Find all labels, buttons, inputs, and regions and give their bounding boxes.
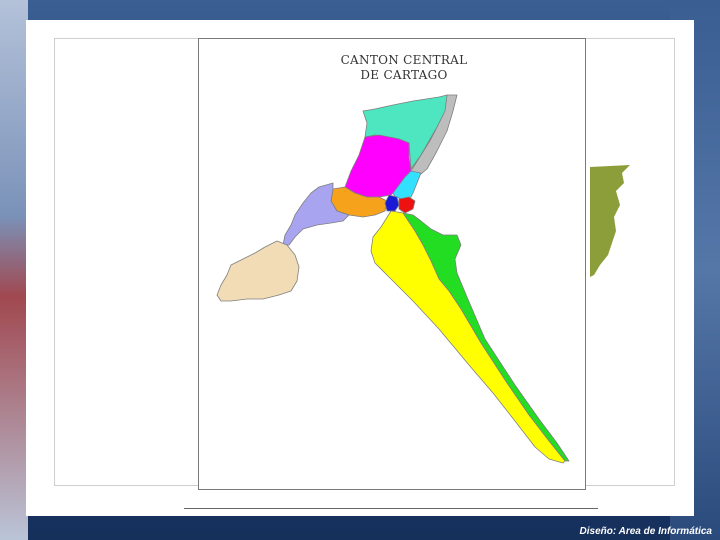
map-frame: CANTON CENTRAL DE CARTAGO <box>198 38 586 490</box>
district-map <box>216 94 570 464</box>
background-map-fragment <box>590 165 630 277</box>
olive-region <box>590 165 630 277</box>
background-crest <box>0 0 28 540</box>
divider-line <box>184 508 598 509</box>
footer-credit: Diseño: Area de Informática <box>579 526 712 537</box>
red-district <box>398 196 416 214</box>
yellow-district <box>370 210 566 464</box>
green-district <box>402 212 570 462</box>
navy-district <box>384 194 400 212</box>
background-page-left <box>54 38 203 486</box>
tan-district <box>216 240 300 302</box>
